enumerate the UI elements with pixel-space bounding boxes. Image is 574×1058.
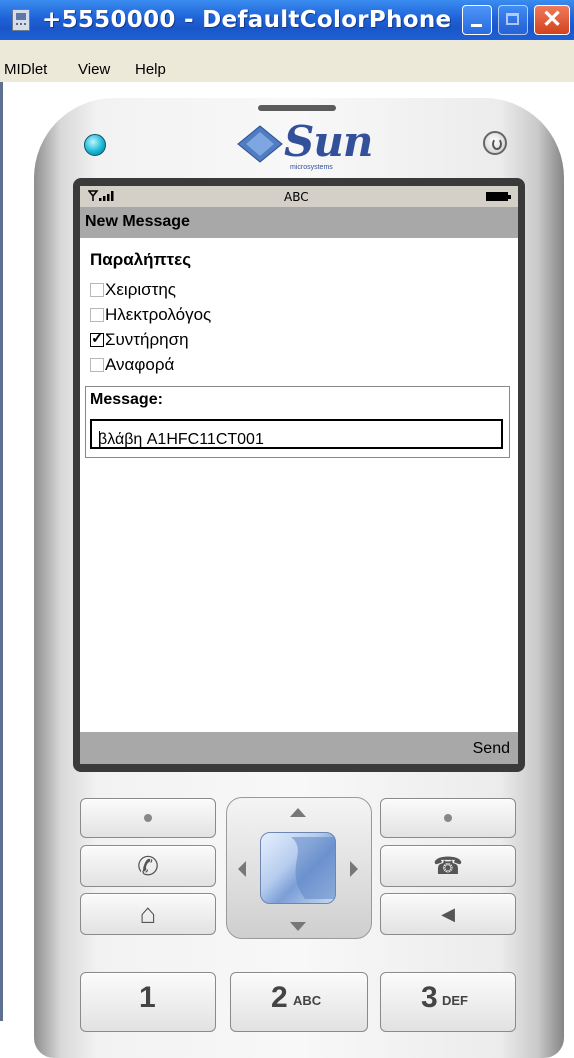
checkbox[interactable] — [90, 283, 104, 297]
recipient-label: Ηλεκτρολόγος — [105, 305, 212, 324]
brand-logo-text: Sun — [284, 117, 373, 166]
recipients-label: Παραλήπτες — [90, 250, 192, 269]
maximize-button[interactable] — [498, 5, 528, 35]
minimize-button[interactable] — [462, 5, 492, 35]
window-title: +5550000 - DefaultColorPhone — [42, 7, 452, 33]
arrow-right-icon[interactable] — [350, 861, 358, 877]
recipient-label: Αναφορά — [105, 355, 175, 374]
key-3-letters: DEF — [442, 993, 468, 1008]
home-button[interactable]: ⌂ — [80, 893, 216, 935]
key-3-digit: 3 — [421, 981, 438, 1014]
left-softkey-button[interactable] — [80, 798, 216, 838]
key-2-letters: ABC — [293, 993, 322, 1008]
brand-logo-subtext: microsystems — [290, 164, 333, 171]
checkbox[interactable] — [90, 308, 104, 322]
window-left-border — [0, 82, 3, 1021]
arrow-up-icon[interactable] — [290, 808, 306, 817]
call-button[interactable]: ✆ — [80, 845, 216, 887]
text-caret — [99, 431, 100, 449]
checkbox-checked[interactable] — [90, 329, 104, 347]
phone-status-bar: ABC — [80, 186, 518, 207]
checkbox[interactable] — [90, 358, 104, 372]
power-icon[interactable] — [483, 131, 507, 155]
dot-icon — [444, 814, 452, 822]
input-mode-indicator: ABC — [284, 190, 309, 204]
sun-logo-icon — [237, 125, 283, 163]
menu-midlet[interactable]: MIDlet — [4, 61, 47, 78]
clear-icon: ◀ — [441, 903, 455, 924]
softkey-bar: Send — [80, 732, 518, 764]
signal-strength-icon — [87, 190, 118, 205]
hang-up-icon: ☎ — [433, 852, 463, 880]
close-icon: ✕ — [541, 6, 563, 33]
recipient-label: Συντήρηση — [105, 330, 189, 349]
key-2[interactable]: 2 ABC — [230, 972, 368, 1032]
screen-title: New Message — [85, 213, 190, 230]
message-value: βλάβη A1HFC11CT001 — [98, 431, 264, 448]
end-call-button[interactable]: ☎ — [380, 845, 516, 887]
battery-icon — [486, 192, 511, 201]
dpad-select-button[interactable] — [260, 832, 336, 904]
phone-screen: ABC New Message Παραλήπτες Χειριστης Ηλε… — [80, 186, 518, 764]
window-titlebar: +5550000 - DefaultColorPhone ✕ — [0, 0, 574, 40]
phone-app-icon — [12, 9, 30, 31]
menu-help[interactable]: Help — [135, 61, 166, 78]
right-softkey-button[interactable] — [380, 798, 516, 838]
screen-title-bar: New Message — [80, 207, 518, 238]
select-wave-icon — [291, 837, 335, 899]
phone-call-icon: ✆ — [137, 850, 159, 881]
message-field-group: Message: βλάβη A1HFC11CT001 — [85, 386, 510, 458]
key-2-digit: 2 — [271, 981, 288, 1014]
dot-icon — [144, 814, 152, 822]
close-button[interactable]: ✕ — [534, 5, 570, 35]
send-softkey-label[interactable]: Send — [473, 740, 510, 758]
menu-view[interactable]: View — [78, 61, 110, 78]
key-1-digit: 1 — [139, 981, 156, 1014]
arrow-left-icon[interactable] — [238, 861, 246, 877]
phone-speaker — [258, 105, 336, 111]
home-icon: ⌂ — [139, 898, 157, 929]
key-3[interactable]: 3 DEF — [380, 972, 516, 1032]
message-input[interactable]: βλάβη A1HFC11CT001 — [90, 419, 503, 449]
clear-button[interactable]: ◀ — [380, 893, 516, 935]
arrow-down-icon[interactable] — [290, 922, 306, 931]
status-led-icon — [84, 134, 106, 156]
recipient-label: Χειριστης — [105, 280, 176, 299]
key-1[interactable]: 1 — [80, 972, 216, 1032]
message-label: Message: — [90, 391, 163, 408]
